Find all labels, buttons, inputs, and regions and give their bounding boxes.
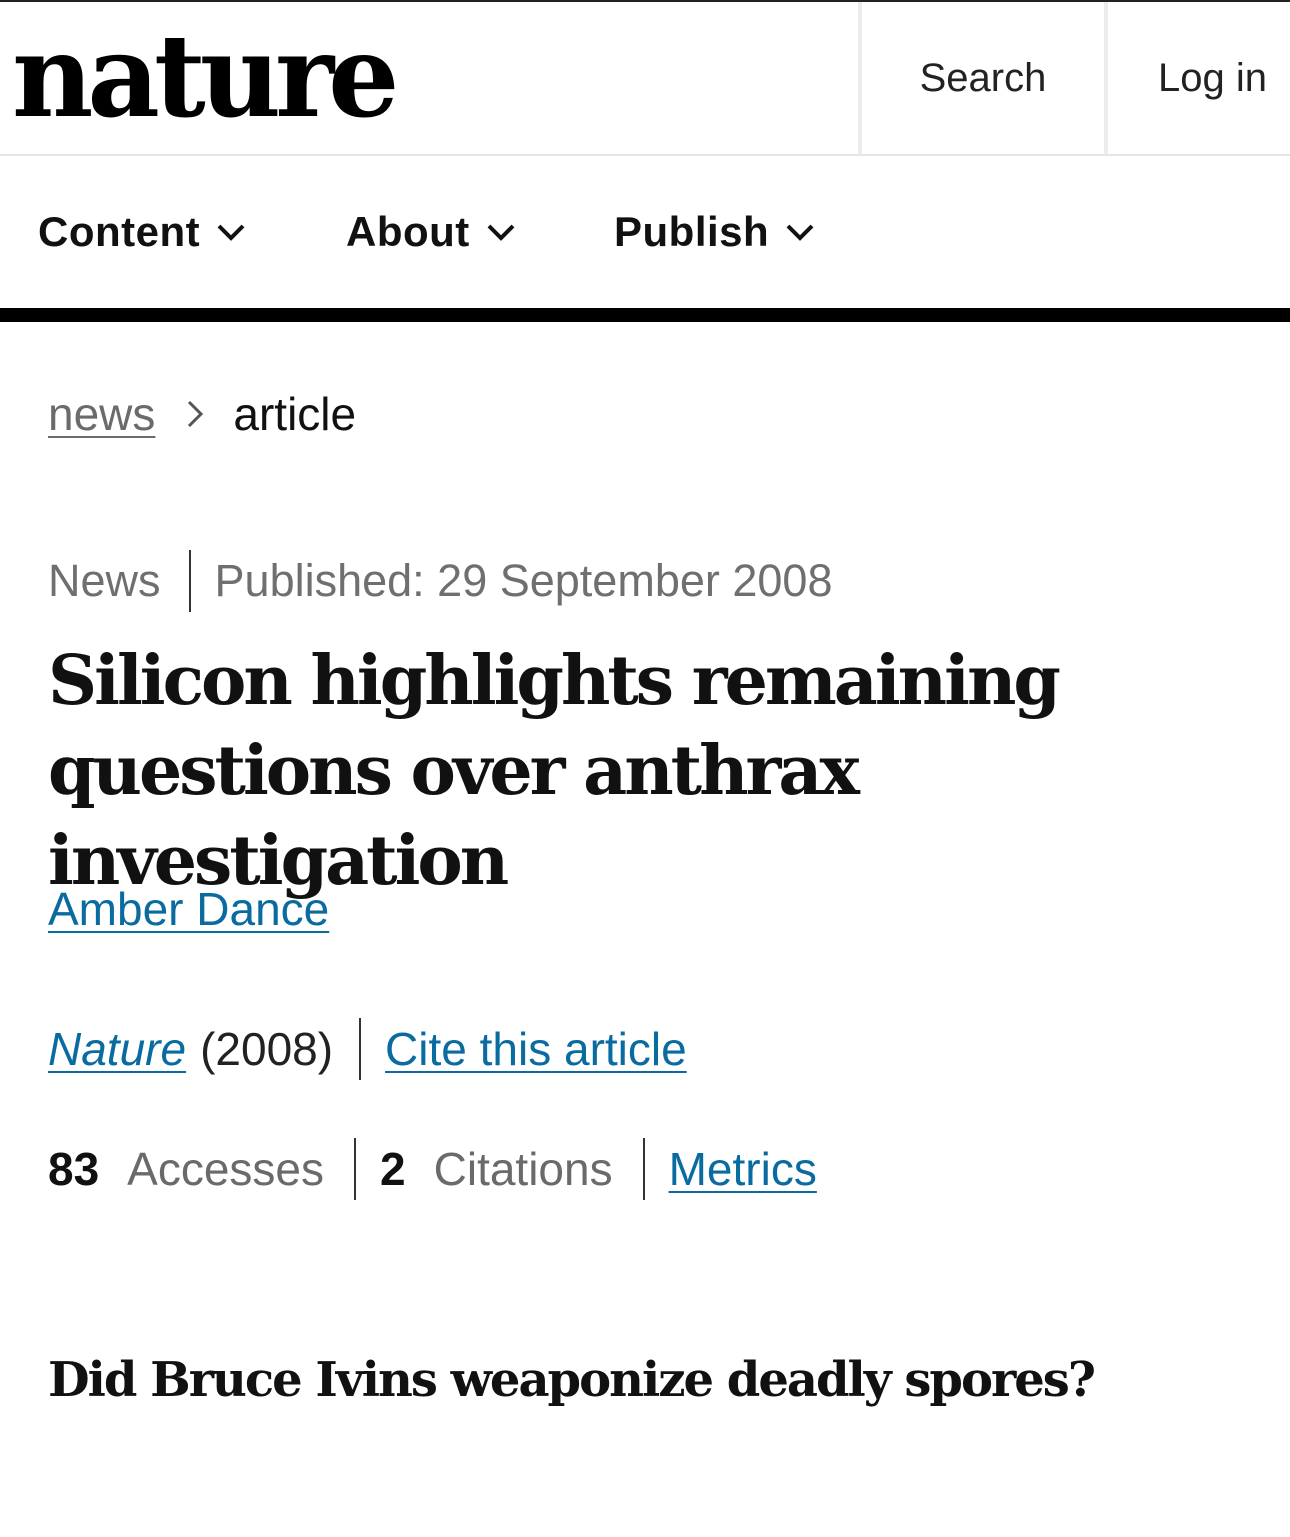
nav-publish-label: Publish (614, 208, 770, 255)
accesses-count: 83 (48, 1143, 100, 1195)
breadcrumb: news article (48, 382, 356, 446)
citations-count: 2 (380, 1143, 406, 1195)
metrics-link[interactable]: Metrics (669, 1142, 817, 1196)
search-button[interactable]: Search (858, 2, 1104, 154)
article-metrics: 83 Accesses 2 Citations Metrics (48, 1136, 817, 1202)
site-header: nature Search Log in (0, 2, 1290, 156)
breadcrumb-news-link[interactable]: news (48, 387, 155, 441)
article-standfirst: Did Bruce Ivins weaponize deadly spores? (48, 1352, 1096, 1408)
login-button[interactable]: Log in (1104, 2, 1290, 154)
nav-publish[interactable]: Publish (614, 156, 817, 308)
meta-divider (188, 550, 191, 612)
breadcrumb-current: article (233, 388, 357, 440)
citation-line: Nature (2008) Cite this article (48, 1016, 687, 1082)
citation-divider (359, 1018, 362, 1080)
accesses-label: Accesses (127, 1143, 325, 1195)
journal-link[interactable]: Nature (48, 1022, 186, 1076)
article-meta: News Published: 29 September 2008 (48, 548, 832, 614)
publication-year: (2008) (200, 1023, 334, 1075)
main-nav: Content About Publish (0, 156, 1290, 308)
cite-this-article-link[interactable]: Cite this article (385, 1022, 687, 1076)
citations-label: Citations (433, 1143, 613, 1195)
nav-content[interactable]: Content (38, 156, 248, 308)
nature-logo[interactable]: nature (12, 1, 399, 154)
metrics-divider (642, 1138, 645, 1200)
nav-about-label: About (346, 208, 470, 255)
published-date: Published: 29 September 2008 (214, 555, 833, 606)
author-link[interactable]: Amber Dance (48, 882, 329, 936)
article-title: Silicon highlights remaining questions o… (48, 641, 1061, 901)
nav-divider (0, 308, 1290, 322)
chevron-down-icon (217, 224, 245, 241)
metrics-divider (354, 1138, 357, 1200)
article-type: News (48, 555, 161, 606)
nav-content-label: Content (38, 208, 201, 255)
chevron-right-icon (185, 398, 205, 430)
chevron-down-icon (487, 224, 515, 241)
chevron-down-icon (786, 224, 814, 241)
nav-about[interactable]: About (346, 156, 518, 308)
